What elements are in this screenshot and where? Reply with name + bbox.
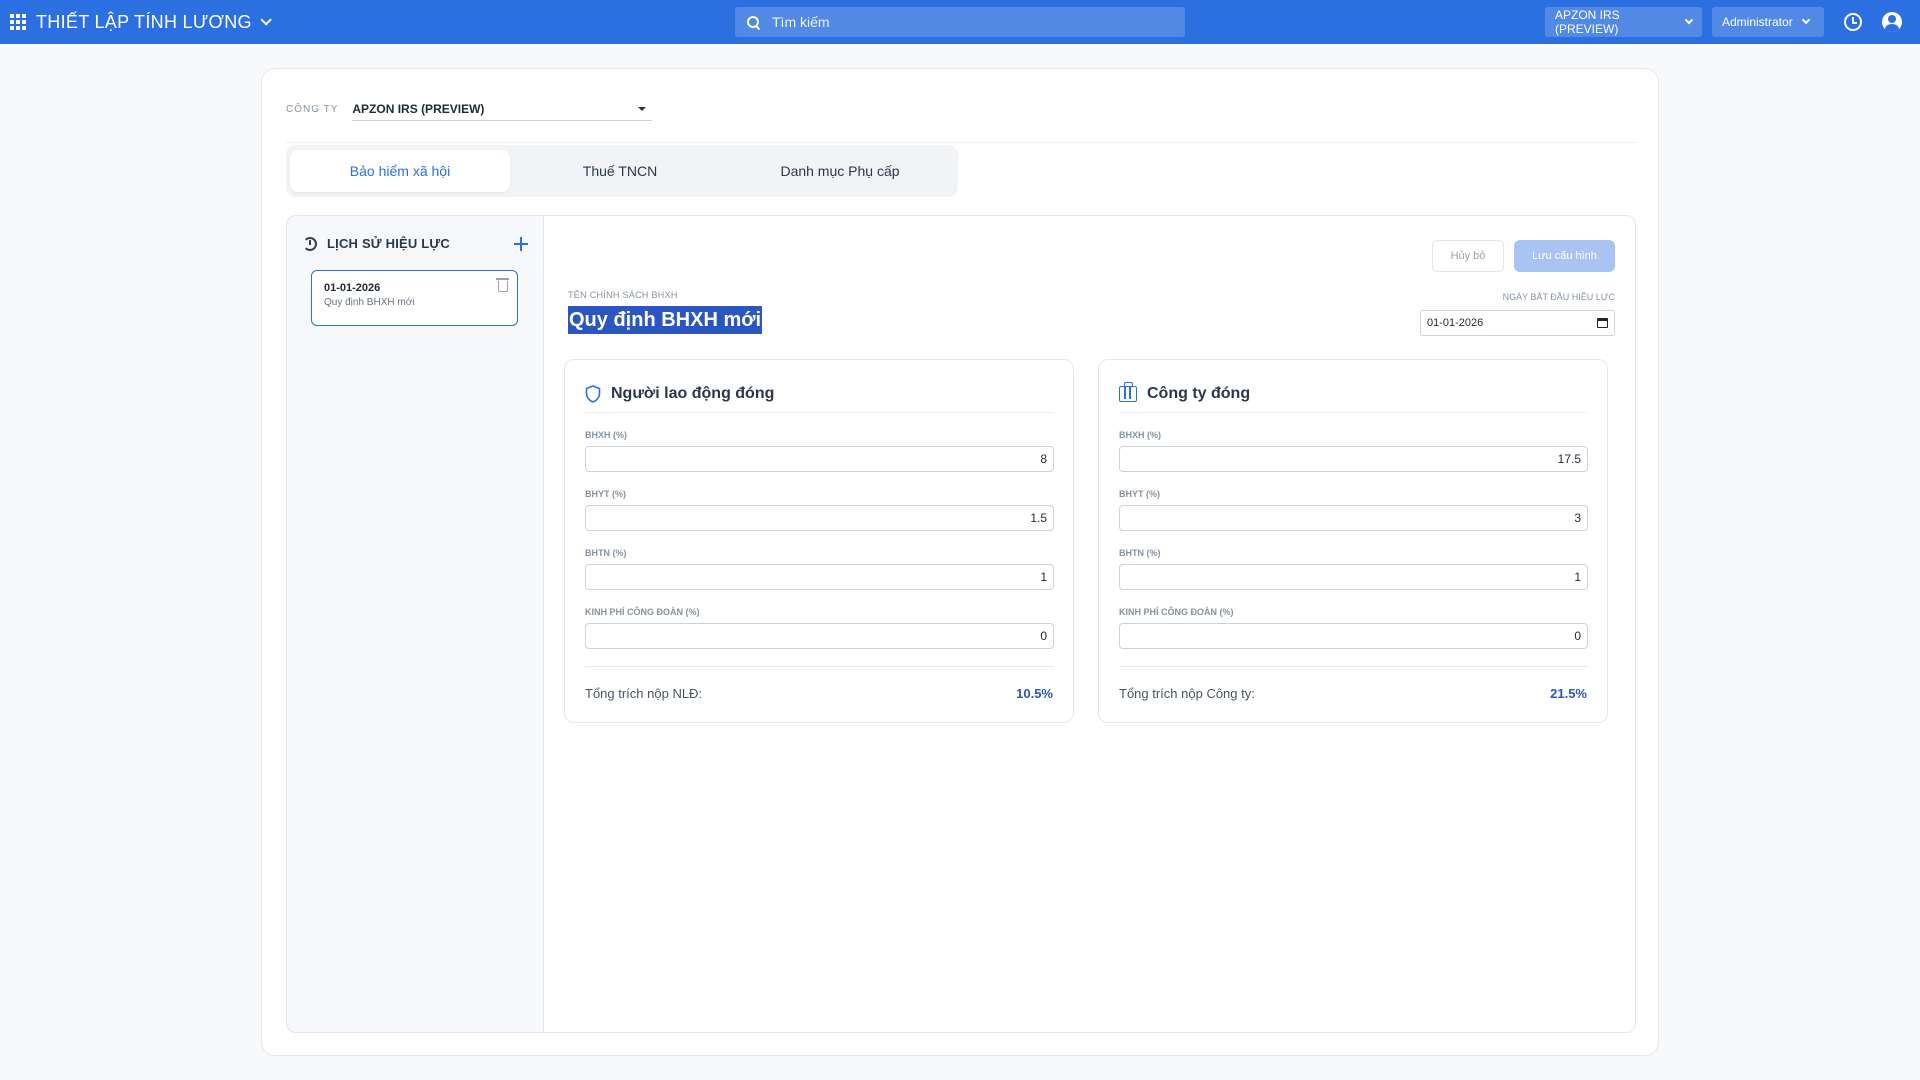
employee-union-fee-label: KINH PHÍ CÔNG ĐOÀN (%) bbox=[585, 607, 700, 617]
search-input[interactable] bbox=[772, 14, 1152, 30]
company-bhtn-label: BHTN (%) bbox=[1119, 548, 1161, 558]
user-menu-label: Administrator bbox=[1722, 15, 1793, 29]
divider bbox=[286, 142, 1636, 143]
chevron-down-icon bbox=[1801, 15, 1810, 25]
employee-bhyt-label: BHYT (%) bbox=[585, 489, 626, 499]
tab-bar: Bảo hiểm xã hội Thuế TNCN Danh mục Phụ c… bbox=[286, 145, 958, 197]
employee-bhtn-label: BHTN (%) bbox=[585, 548, 627, 558]
history-item[interactable]: 01-01-2026 Quy định BHXH mới bbox=[311, 270, 518, 326]
employee-union-fee-input[interactable] bbox=[585, 623, 1054, 649]
company-bhyt-label: BHYT (%) bbox=[1119, 489, 1160, 499]
employee-bhxh-label: BHXH (%) bbox=[585, 430, 627, 440]
policy-editor: Hủy bỏ Lưu cấu hình TÊN CHÍNH SÁCH BHXH … bbox=[544, 216, 1635, 1032]
history-icon bbox=[303, 236, 317, 251]
tab-allowance-catalog[interactable]: Danh mục Phụ cấp bbox=[730, 150, 950, 192]
divider bbox=[1119, 666, 1588, 667]
employee-bhtn-input[interactable] bbox=[585, 564, 1054, 590]
company-bhxh-label: BHXH (%) bbox=[1119, 430, 1161, 440]
tab-social-insurance[interactable]: Bảo hiểm xã hội bbox=[290, 150, 510, 192]
panel-title: Người lao động đóng bbox=[611, 384, 775, 402]
chevron-down-icon bbox=[1685, 15, 1694, 25]
settings-card: CÔNG TY APZON IRS (PREVIEW) Bảo hiểm xã … bbox=[261, 68, 1659, 1056]
apps-grid-icon[interactable] bbox=[10, 14, 26, 30]
employee-bhxh-input[interactable] bbox=[585, 446, 1054, 472]
company-select-value: APZON IRS (PREVIEW) bbox=[352, 101, 485, 116]
history-item-date: 01-01-2026 bbox=[324, 282, 381, 294]
company-union-fee-input[interactable] bbox=[1119, 623, 1588, 649]
panel-header: Người lao động đóng bbox=[585, 383, 1053, 413]
shield-icon bbox=[585, 384, 601, 403]
employee-total-label: Tổng trích nộp NLĐ: bbox=[585, 686, 703, 701]
employee-bhyt-input[interactable] bbox=[585, 505, 1054, 531]
app-switcher[interactable]: THIẾT LẬP TÍNH LƯƠNG bbox=[10, 0, 272, 44]
company-label: CÔNG TY bbox=[286, 103, 339, 115]
global-search[interactable] bbox=[735, 7, 1185, 37]
company-total-value: 21.5% bbox=[1550, 686, 1587, 701]
panel-title: Công ty đóng bbox=[1147, 384, 1251, 402]
trash-icon[interactable] bbox=[496, 278, 509, 292]
config-area: LỊCH SỬ HIỆU LỰC 01-01-2026 Quy định BHX… bbox=[286, 215, 1636, 1033]
company-select[interactable]: APZON IRS (PREVIEW) bbox=[352, 97, 653, 121]
company-bhtn-input[interactable] bbox=[1119, 564, 1588, 590]
calendar-icon[interactable] bbox=[1597, 318, 1608, 328]
employee-total-value: 10.5% bbox=[1016, 686, 1053, 701]
history-sidebar: LỊCH SỬ HIỆU LỰC 01-01-2026 Quy định BHX… bbox=[287, 216, 544, 1032]
history-title: LỊCH SỬ HIỆU LỰC bbox=[327, 236, 450, 251]
company-switcher-label: APZON IRS (PREVIEW) bbox=[1555, 8, 1620, 36]
company-row: CÔNG TY APZON IRS (PREVIEW) bbox=[286, 97, 653, 121]
effective-date-input[interactable]: 01-01-2026 bbox=[1420, 310, 1615, 336]
clock-icon[interactable] bbox=[1844, 13, 1862, 31]
divider bbox=[585, 666, 1054, 667]
app-title: THIẾT LẬP TÍNH LƯƠNG bbox=[36, 11, 252, 32]
save-config-button[interactable]: Lưu cấu hình bbox=[1514, 240, 1615, 272]
company-bhyt-input[interactable] bbox=[1119, 505, 1588, 531]
company-switcher[interactable]: APZON IRS (PREVIEW) bbox=[1545, 7, 1702, 37]
company-total-label: Tổng trích nộp Công ty: bbox=[1119, 686, 1255, 701]
history-item-name: Quy định BHXH mới bbox=[324, 297, 415, 308]
policy-name-field[interactable]: Quy định BHXH mới bbox=[568, 306, 763, 334]
briefcase-icon bbox=[1119, 381, 1137, 402]
effective-date-label: NGÀY BẮT ĐẦU HIỆU LỰC bbox=[1502, 292, 1615, 302]
user-menu[interactable]: Administrator bbox=[1712, 7, 1824, 37]
add-version-icon[interactable] bbox=[514, 236, 528, 251]
search-icon bbox=[747, 15, 760, 29]
top-bar: THIẾT LẬP TÍNH LƯƠNG APZON IRS (PREVIEW)… bbox=[0, 0, 1920, 44]
employee-contribution-panel: Người lao động đóng BHXH (%) BHYT (%) BH… bbox=[564, 359, 1074, 723]
cancel-button[interactable]: Hủy bỏ bbox=[1432, 240, 1504, 272]
tab-personal-income-tax[interactable]: Thuế TNCN bbox=[510, 150, 730, 192]
caret-down-icon bbox=[638, 106, 647, 111]
company-contribution-panel: Công ty đóng BHXH (%) BHYT (%) BHTN (%) … bbox=[1098, 359, 1608, 723]
user-icon[interactable] bbox=[1882, 12, 1902, 32]
policy-name-label: TÊN CHÍNH SÁCH BHXH bbox=[568, 290, 678, 300]
company-union-fee-label: KINH PHÍ CÔNG ĐOÀN (%) bbox=[1119, 607, 1234, 617]
history-header: LỊCH SỬ HIỆU LỰC bbox=[303, 236, 528, 251]
chevron-down-icon bbox=[260, 14, 272, 26]
effective-date-value: 01-01-2026 bbox=[1427, 317, 1484, 329]
company-bhxh-input[interactable] bbox=[1119, 446, 1588, 472]
panel-header: Công ty đóng bbox=[1119, 381, 1587, 413]
